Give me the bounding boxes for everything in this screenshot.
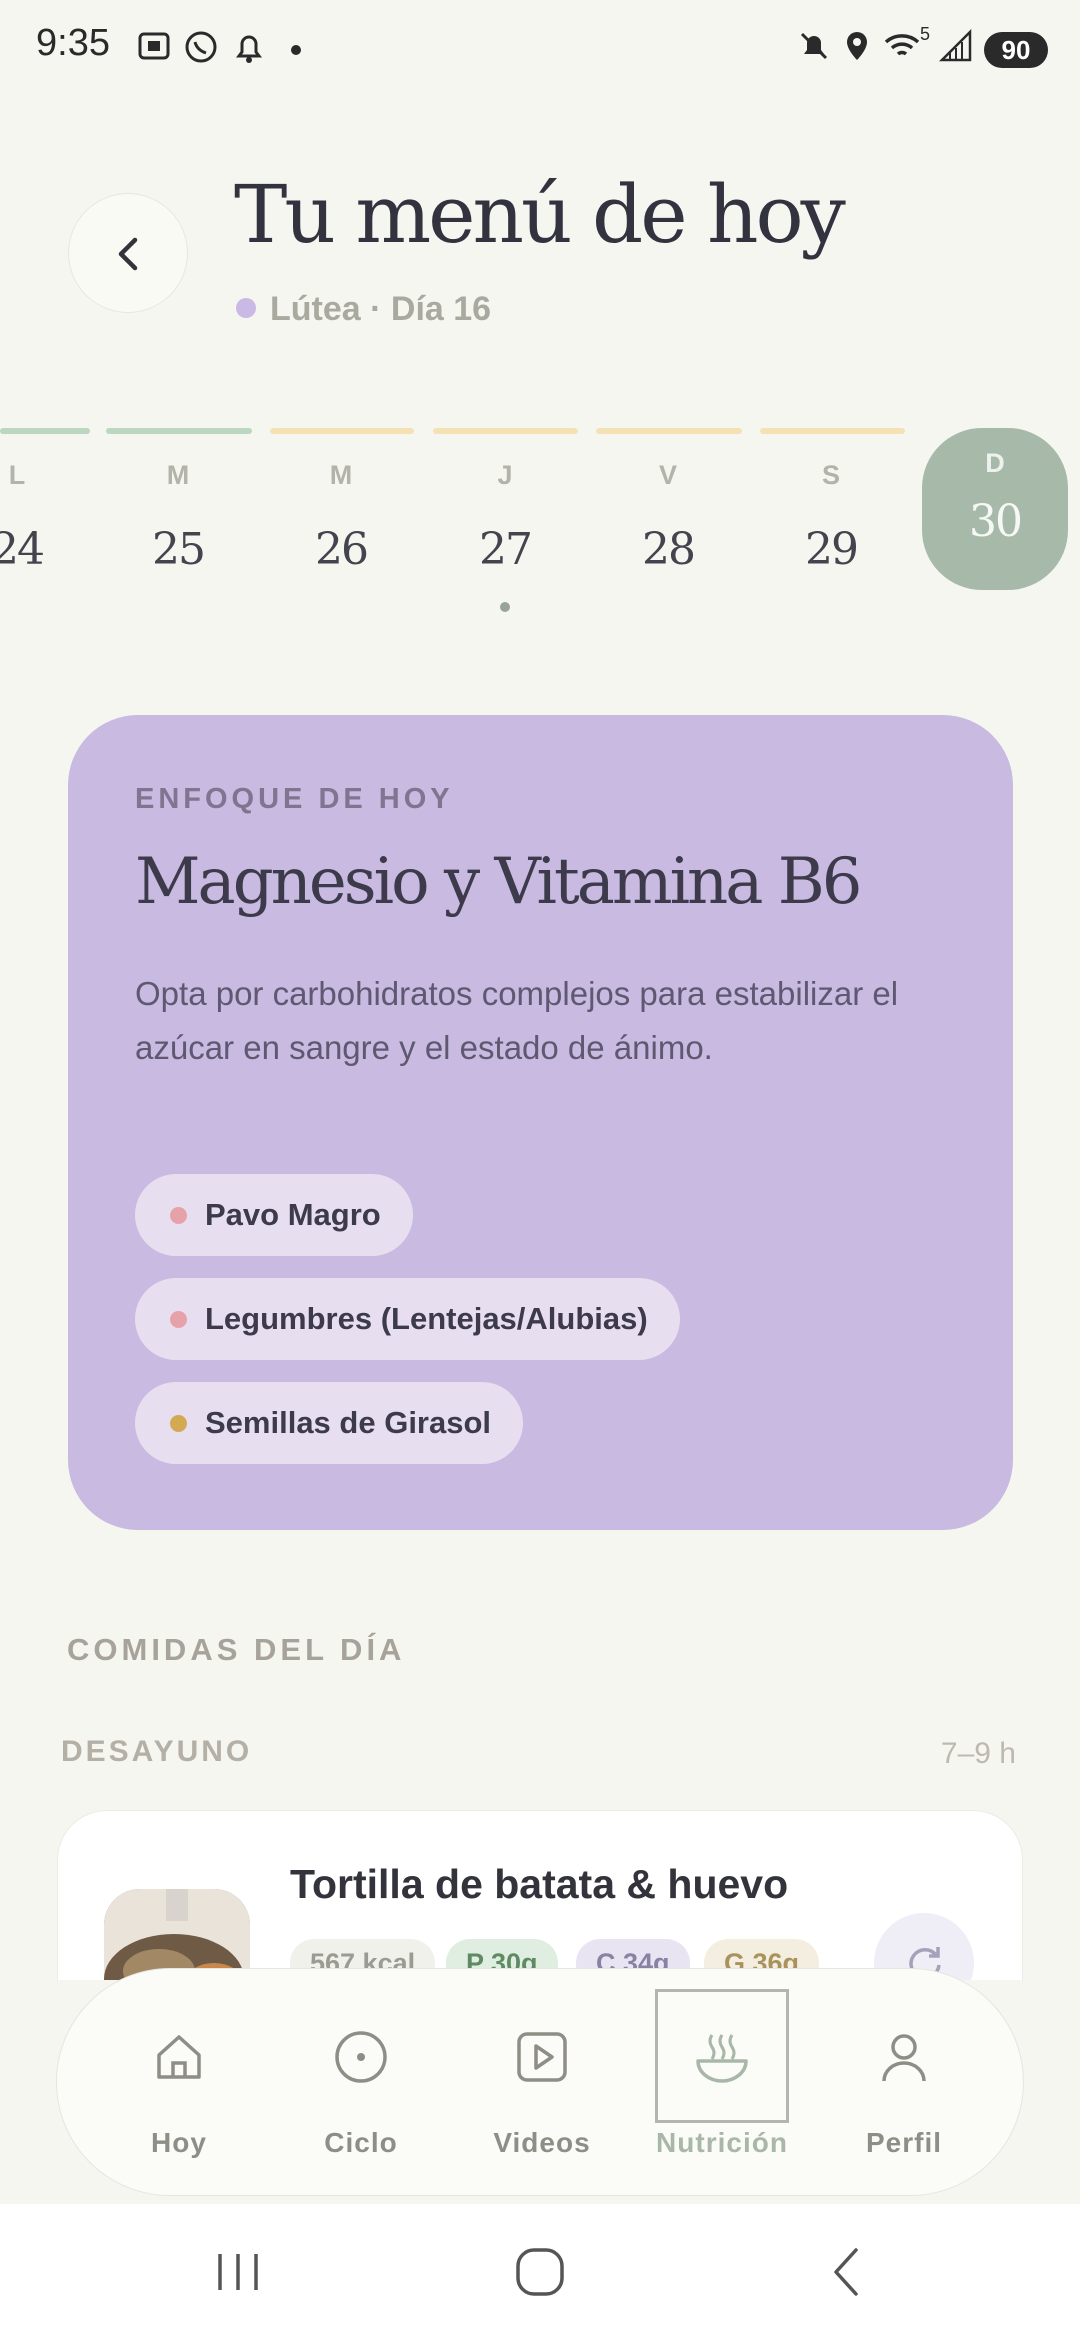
day-number: 29 bbox=[805, 524, 859, 575]
day-29[interactable]: S 29 bbox=[756, 460, 906, 575]
day-letter: M bbox=[166, 460, 190, 490]
focus-description: Opta por carbohidratos complejos para es… bbox=[135, 975, 899, 1066]
day-letter: D bbox=[985, 448, 1005, 478]
chevron-left-icon bbox=[118, 237, 138, 271]
back-arrow-icon[interactable] bbox=[818, 2244, 874, 2300]
recents-icon[interactable] bbox=[210, 2244, 266, 2300]
mute-icon bbox=[800, 32, 828, 60]
location-icon bbox=[847, 32, 867, 60]
day-number: 26 bbox=[315, 524, 369, 575]
meal-photo bbox=[104, 1889, 250, 1980]
chip-label: Legumbres (Lentejas/Alubias) bbox=[205, 1301, 648, 1336]
food-chip[interactable]: Legumbres (Lentejas/Alubias) bbox=[135, 1278, 680, 1360]
cycle-phase: Lútea · Día 16 bbox=[236, 290, 491, 329]
day-25[interactable]: M 25 bbox=[103, 460, 253, 575]
day-number: 24 bbox=[0, 524, 45, 575]
focus-title: Magnesio y Vitamina B6 bbox=[135, 845, 862, 919]
day-letter: L bbox=[8, 460, 26, 490]
bowl-icon bbox=[696, 2034, 748, 2083]
chip-label: Semillas de Girasol bbox=[205, 1405, 492, 1440]
day-letter: J bbox=[497, 460, 513, 490]
page-title: Tu menú de hoy bbox=[234, 168, 846, 261]
day-28[interactable]: V 28 bbox=[593, 460, 743, 575]
day-26[interactable]: M 26 bbox=[266, 460, 416, 575]
whatsapp-icon bbox=[185, 31, 217, 63]
nav-item-nutricion[interactable]: Nutrición bbox=[637, 1969, 807, 2197]
day-30-selected[interactable]: D 30 bbox=[922, 428, 1068, 590]
food-image bbox=[104, 1889, 250, 1980]
day-letter: V bbox=[658, 460, 677, 490]
chip-dot-icon bbox=[170, 1311, 187, 1328]
nav-label: Hoy bbox=[151, 2127, 207, 2158]
notification-bell-icon bbox=[236, 35, 262, 63]
week-indicator-bar bbox=[106, 428, 252, 434]
meal-card[interactable]: Tortilla de batata & huevo 567 kcal P 30… bbox=[57, 1810, 1023, 1980]
battery-icon: 90 bbox=[984, 32, 1048, 68]
day-number: 25 bbox=[152, 524, 206, 575]
meal-label: DESAYUNO bbox=[61, 1735, 253, 1768]
video-icon bbox=[517, 2032, 567, 2082]
day-number: 28 bbox=[642, 524, 696, 575]
day-letter: M bbox=[329, 460, 353, 490]
phase-dot-icon bbox=[236, 298, 256, 319]
dot-icon bbox=[291, 45, 301, 55]
day-number: 27 bbox=[479, 524, 533, 575]
week-indicator-bar bbox=[760, 428, 905, 434]
day-27[interactable]: J 27 bbox=[430, 460, 580, 575]
nav-item-hoy[interactable]: Hoy bbox=[94, 1969, 264, 2197]
nav-item-perfil[interactable]: Perfil bbox=[819, 1969, 989, 2197]
system-nav-bar bbox=[0, 2204, 1080, 2340]
nav-item-ciclo[interactable]: Ciclo bbox=[276, 1969, 446, 2197]
day-number: 30 bbox=[969, 496, 1023, 547]
week-indicator-bar bbox=[0, 428, 90, 434]
signal-icon bbox=[938, 28, 972, 62]
focus-eyebrow: ENFOQUE DE HOY bbox=[135, 783, 454, 815]
status-bar: 9:35 5 90 bbox=[0, 0, 1080, 100]
screenshot-icon bbox=[138, 32, 170, 60]
nav-label: Nutrición bbox=[656, 2127, 788, 2158]
wifi-badge: 5 bbox=[920, 24, 931, 44]
food-chip[interactable]: Pavo Magro bbox=[135, 1174, 413, 1256]
bottom-nav: Hoy Ciclo Videos Nutrición Perfil bbox=[56, 1968, 1024, 2196]
cycle-icon bbox=[335, 2031, 387, 2083]
back-button[interactable] bbox=[68, 193, 188, 313]
nav-label: Videos bbox=[493, 2127, 591, 2158]
chip-dot-icon bbox=[170, 1415, 187, 1432]
home-icon bbox=[157, 2035, 201, 2079]
week-indicator-bar bbox=[270, 428, 414, 434]
phase-label: Lútea · Día 16 bbox=[270, 290, 492, 328]
week-indicator-bar bbox=[596, 428, 742, 434]
nav-label: Ciclo bbox=[324, 2127, 398, 2158]
chip-label: Pavo Magro bbox=[205, 1197, 381, 1232]
today-indicator-dot bbox=[500, 602, 510, 612]
nav-label: Perfil bbox=[865, 2127, 943, 2158]
status-time: 9:35 bbox=[36, 22, 110, 64]
home-circle-icon[interactable] bbox=[512, 2244, 568, 2300]
food-chip[interactable]: Semillas de Girasol bbox=[135, 1382, 524, 1464]
week-indicator-bar bbox=[433, 428, 578, 434]
focus-card: ENFOQUE DE HOY Magnesio y Vitamina B6 Op… bbox=[68, 715, 1013, 1530]
meals-section-title: COMIDAS DEL DÍA bbox=[67, 1632, 406, 1667]
nav-item-videos[interactable]: Videos bbox=[457, 1969, 627, 2197]
day-letter: S bbox=[821, 460, 840, 490]
meal-time: 7–9 h bbox=[940, 1737, 1016, 1770]
wifi-icon bbox=[884, 34, 920, 56]
profile-icon bbox=[882, 2034, 926, 2082]
day-24[interactable]: L 24 bbox=[0, 460, 92, 575]
meal-title: Tortilla de batata & huevo bbox=[290, 1861, 789, 1907]
chip-dot-icon bbox=[170, 1207, 187, 1224]
